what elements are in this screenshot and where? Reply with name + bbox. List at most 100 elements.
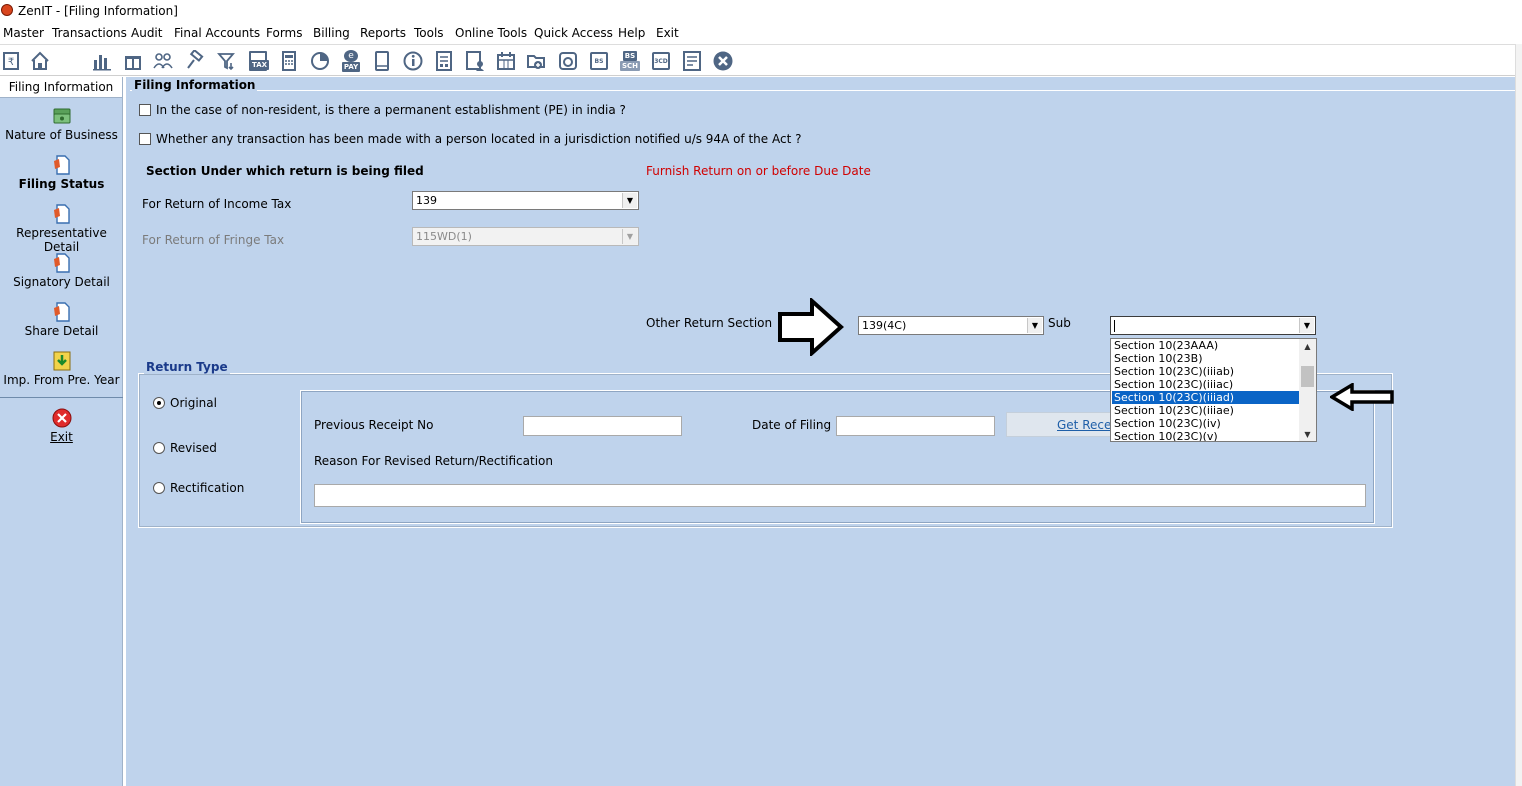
sub-option-selected[interactable]: Section 10(23C)(iiiad) — [1112, 391, 1300, 404]
menu-bar: Master Transactions Audit Final Accounts… — [0, 24, 1522, 42]
reason-input[interactable] — [314, 484, 1366, 507]
income-tax-value: 139 — [416, 194, 437, 207]
sidebar-item-representative-detail[interactable]: Representative Detail — [0, 204, 123, 254]
sub-select[interactable]: ▼ — [1110, 316, 1316, 335]
form-icon[interactable] — [681, 50, 703, 72]
chevron-down-icon[interactable]: ▼ — [1299, 427, 1316, 441]
sub-label: Sub — [1048, 316, 1071, 330]
import-icon — [53, 351, 70, 371]
calculator-icon[interactable] — [278, 50, 300, 72]
user-doc-icon[interactable] — [464, 50, 486, 72]
sidebar-item-exit[interactable]: Exit — [0, 408, 123, 444]
rectification-radio[interactable] — [153, 482, 165, 494]
sub-option[interactable]: Section 10(23C)(iiiab) — [1112, 365, 1300, 378]
sub-option[interactable]: Section 10(23C)(iiiac) — [1112, 378, 1300, 391]
sub-dropdown-list[interactable]: Section 10(23AAA) Section 10(23B) Sectio… — [1110, 338, 1317, 442]
chevron-down-icon[interactable]: ▼ — [622, 193, 637, 208]
filing-information-title: Filing Information — [132, 78, 258, 92]
sidebar-item-nature-of-business[interactable]: Nature of Business — [0, 106, 123, 142]
sidebar-item-share-detail[interactable]: Share Detail — [0, 302, 123, 338]
tax-icon[interactable]: TAX — [247, 50, 270, 72]
jurisdiction-checkbox[interactable] — [139, 133, 151, 145]
fringe-tax-label: For Return of Fringe Tax — [142, 233, 285, 247]
get-receipt-button[interactable]: Get Rece — [1006, 412, 1116, 437]
title-bar: ZenIT - [Filing Information] — [0, 0, 1522, 22]
gift-icon[interactable] — [122, 50, 144, 72]
dropdown-scrollbar[interactable]: ▲ ▼ — [1299, 339, 1316, 441]
tax-label: TAX — [250, 60, 270, 70]
hammer-icon[interactable] — [184, 50, 206, 72]
other-section-label: Other Return Section — [646, 316, 773, 330]
3cd-label: 3CD — [652, 52, 670, 70]
sidebar-item-filing-status[interactable]: Filing Status — [0, 155, 123, 191]
menu-forms[interactable]: Forms — [266, 26, 302, 40]
return-type-title: Return Type — [144, 360, 230, 374]
bar-chart-icon[interactable] — [91, 50, 113, 72]
bs-sch-bottom-label: SCH — [619, 61, 641, 71]
menu-tools[interactable]: Tools — [414, 26, 444, 40]
left-arrow-annotation-icon — [1330, 383, 1394, 411]
money-icon — [53, 108, 70, 124]
document-icon — [53, 204, 70, 224]
sub-option[interactable]: Section 10(23B) — [1112, 352, 1300, 365]
fringe-tax-select: 115WD(1) ▼ — [412, 227, 639, 246]
close-icon[interactable] — [712, 50, 734, 72]
due-date-notice: Furnish Return on or before Due Date — [646, 164, 871, 178]
sidebar-item-import-previous-year[interactable]: Imp. From Pre. Year — [0, 351, 123, 387]
svg-text:₹: ₹ — [8, 57, 14, 68]
date-of-filing-label: Date of Filing — [752, 418, 832, 432]
pe-checkbox[interactable] — [139, 104, 151, 116]
sub-option[interactable]: Section 10(23C)(v) — [1112, 430, 1300, 441]
sidebar-divider — [0, 397, 123, 398]
chevron-up-icon[interactable]: ▲ — [1299, 339, 1316, 353]
menu-billing[interactable]: Billing — [313, 26, 350, 40]
window-title: ZenIT - [Filing Information] — [18, 4, 178, 18]
income-tax-label: For Return of Income Tax — [142, 197, 292, 211]
chevron-down-icon[interactable]: ▼ — [1299, 318, 1314, 333]
revised-label: Revised — [170, 441, 217, 455]
bs-sch-icon[interactable]: BS SCH — [619, 50, 641, 72]
other-section-select[interactable]: 139(4C) ▼ — [858, 316, 1044, 335]
menu-master[interactable]: Master — [3, 26, 44, 40]
calendar-icon[interactable] — [495, 50, 517, 72]
date-of-filing-input[interactable] — [836, 416, 995, 436]
menu-quick-access[interactable]: Quick Access — [534, 26, 613, 40]
pie-chart-icon[interactable] — [309, 50, 331, 72]
filter-icon[interactable] — [216, 50, 238, 72]
group-line — [130, 90, 1515, 91]
home-icon[interactable] — [29, 50, 51, 72]
sidebar-header[interactable]: Filing Information — [0, 77, 123, 98]
rupee-doc-icon[interactable]: ₹ — [0, 50, 22, 72]
add-folder-icon[interactable] — [526, 50, 548, 72]
sidebar: Filing Information Nature of Business Fi… — [0, 77, 123, 786]
report-icon[interactable] — [433, 50, 455, 72]
prev-receipt-input[interactable] — [523, 416, 682, 436]
menu-transactions[interactable]: Transactions — [52, 26, 127, 40]
e-pay-icon[interactable]: e PAY — [340, 50, 362, 72]
bs-sch-top-label: BS — [622, 51, 638, 61]
book-icon[interactable] — [371, 50, 393, 72]
income-tax-select[interactable]: 139 ▼ — [412, 191, 639, 210]
info-icon[interactable] — [402, 50, 424, 72]
menu-online-tools[interactable]: Online Tools — [455, 26, 527, 40]
scroll-thumb[interactable] — [1301, 366, 1314, 387]
users-icon[interactable] — [152, 50, 174, 72]
sub-option[interactable]: Section 10(23AAA) — [1112, 339, 1300, 352]
menu-final-accounts[interactable]: Final Accounts — [174, 26, 260, 40]
bs-label: BS — [590, 52, 608, 70]
3cd-icon[interactable]: 3CD — [650, 50, 672, 72]
sidebar-item-signatory-detail[interactable]: Signatory Detail — [0, 253, 123, 289]
refresh-icon[interactable] — [557, 50, 579, 72]
pay-label: PAY — [341, 62, 361, 72]
original-radio[interactable] — [153, 397, 165, 409]
revised-radio[interactable] — [153, 442, 165, 454]
sub-option[interactable]: Section 10(23C)(iv) — [1112, 417, 1300, 430]
menu-exit[interactable]: Exit — [656, 26, 679, 40]
window-scrollbar[interactable] — [1515, 44, 1522, 786]
bs-icon[interactable]: BS — [588, 50, 610, 72]
chevron-down-icon[interactable]: ▼ — [1027, 318, 1042, 333]
sub-option[interactable]: Section 10(23C)(iiiae) — [1112, 404, 1300, 417]
menu-audit[interactable]: Audit — [131, 26, 162, 40]
menu-reports[interactable]: Reports — [360, 26, 406, 40]
menu-help[interactable]: Help — [618, 26, 645, 40]
